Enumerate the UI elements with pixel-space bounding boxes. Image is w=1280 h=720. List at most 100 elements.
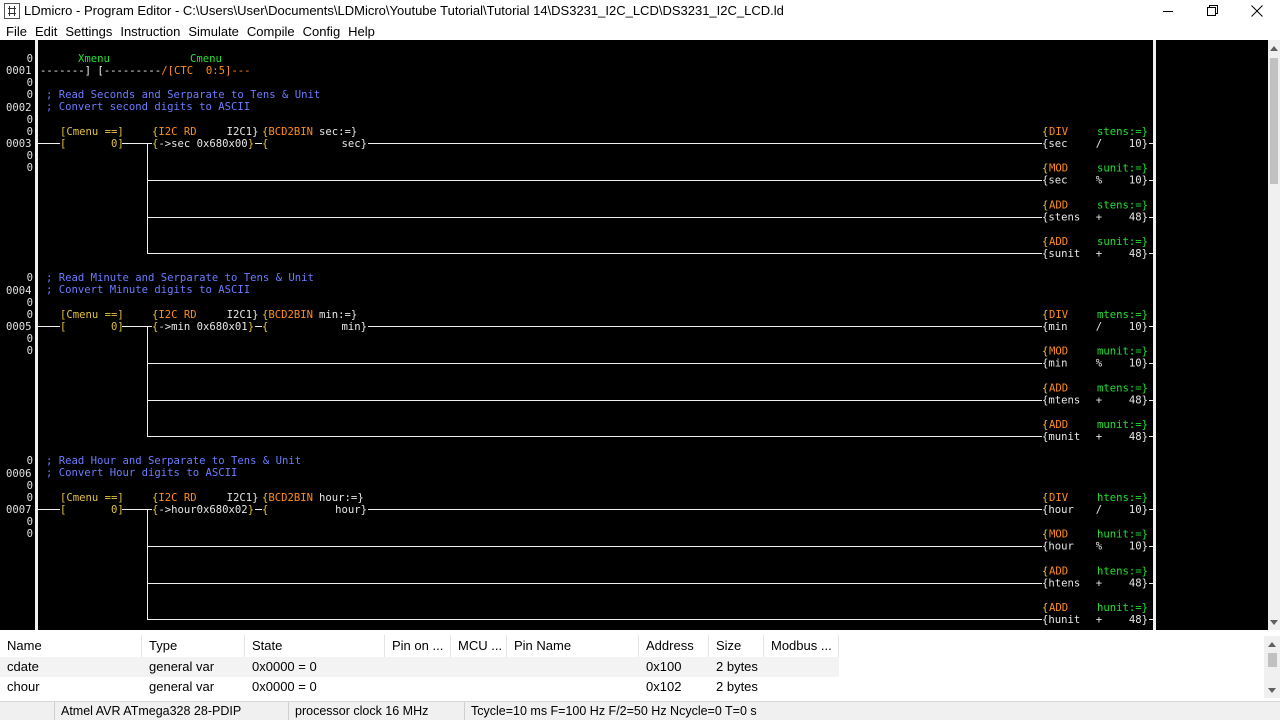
col-modbus[interactable]: Modbus ... — [764, 635, 839, 657]
bcd2bin-open: { — [262, 321, 268, 333]
scroll-down-arrow[interactable] — [1268, 614, 1280, 630]
menu-instruction[interactable]: Instruction — [116, 22, 184, 41]
rung-hours[interactable]: [Cmenu ==] [ 0] {I2C RD I2C1} {->hour0x68… — [38, 492, 1153, 626]
close-button[interactable] — [1235, 0, 1279, 22]
col-state[interactable]: State — [245, 635, 385, 657]
chevron-down-icon — [1270, 619, 1278, 625]
col-pin-name[interactable]: Pin Name — [507, 635, 639, 657]
scroll-up-arrow[interactable] — [1264, 636, 1280, 652]
menu-help[interactable]: Help — [344, 22, 379, 41]
menu-settings[interactable]: Settings — [61, 22, 116, 41]
menu-file[interactable]: File — [2, 22, 31, 41]
math-op-value: 48} — [1129, 394, 1148, 406]
rung-filler: 0 — [27, 333, 33, 345]
math-op-src: {hunit — [1042, 614, 1080, 626]
coil-label: Cmenu — [190, 53, 222, 65]
rung1-contact[interactable]: -------] [--------- — [40, 65, 161, 77]
op-open-brace: { — [1042, 419, 1048, 431]
status-mcu: Atmel AVR ATmega328 28-PDIP — [54, 702, 288, 720]
rung-filler: 0 — [27, 480, 33, 492]
math-op-src: {mtens — [1042, 394, 1080, 406]
i2c-name: I2C RD — [158, 309, 196, 321]
math-op-name: DIV — [1049, 309, 1069, 321]
math-op-name: DIV — [1049, 492, 1069, 504]
bcd2bin-open: { — [262, 504, 268, 516]
op-open-brace: { — [1042, 126, 1048, 138]
i2c-read-instruction[interactable]: {I2C RD I2C1} — [152, 309, 259, 321]
compare-instruction[interactable]: [Cmenu ==] — [60, 309, 124, 321]
rung-number: 0003 — [6, 138, 32, 150]
variable-list[interactable]: Name Type State Pin on ... MCU ... Pin N… — [0, 635, 1280, 699]
bcd2bin-instruction[interactable]: {BCD2BIN min:=} — [262, 309, 357, 321]
math-op-dest: htens:=} — [1097, 492, 1148, 504]
rung-comment[interactable]: ; Read Minute and Serparate to Tens & Un… — [46, 272, 314, 284]
i2c-param-text: ->sec 0x680x00 — [158, 138, 247, 150]
app-icon — [4, 3, 20, 19]
cell-pin — [385, 677, 451, 697]
math-op-symbol: / — [1096, 504, 1102, 516]
rung-filler: 0 — [27, 516, 33, 528]
math-op-dest: munit:=} — [1097, 419, 1148, 431]
math-ops[interactable]: {DIV mtens:=}{min/10}{MOD munit:=}{min% 10}… — [1042, 309, 1148, 443]
math-ops[interactable]: {DIV htens:=}{hour/10}{MOD hunit:=}{hour% 1… — [1042, 492, 1148, 626]
cell-name: cdate — [7, 659, 39, 674]
rung-minutes[interactable]: [Cmenu ==] [ 0] {I2C RD I2C1} {->min 0x68… — [38, 309, 1153, 443]
math-op-value: 10} — [1129, 504, 1148, 516]
compare-instruction[interactable]: [Cmenu ==] — [60, 492, 124, 504]
scroll-down-arrow[interactable] — [1264, 682, 1280, 698]
scrollbar-thumb[interactable] — [1270, 58, 1278, 184]
restore-button[interactable] — [1191, 0, 1235, 22]
menu-config[interactable]: Config — [299, 22, 345, 41]
rung-seconds[interactable]: [Cmenu ==] [ 0] {I2C RD I2C1} {->sec 0x68… — [38, 126, 1153, 260]
math-op-name: ADD — [1049, 565, 1068, 577]
ctc-counter[interactable]: CTC 0:5 — [174, 65, 225, 77]
rung-comment[interactable]: ; Read Hour and Serparate to Tens & Unit — [46, 455, 301, 467]
i2c-param: {->hour0x680x02} — [152, 504, 254, 516]
i2c-device: I2C1} — [227, 309, 259, 321]
ladder-scrollbar[interactable] — [1268, 40, 1280, 630]
compare-instruction[interactable]: [Cmenu ==] — [60, 126, 124, 138]
bcd2bin-dest: min:=} — [319, 309, 357, 321]
title-bar: LDmicro - Program Editor - C:\Users\User… — [0, 0, 1280, 22]
bcd2bin-instruction[interactable]: {BCD2BIN hour:=} — [262, 492, 364, 504]
col-size[interactable]: Size — [709, 635, 764, 657]
op-open-brace: { — [1042, 602, 1048, 614]
rung1-wire[interactable]: -------] [---------/[CTC 0:5]--- — [40, 65, 251, 77]
ladder-editor[interactable]: 0 0001 0 0 0002 0 0 0003 0 0 0 0004 0 0 … — [0, 40, 1268, 630]
menu-simulate[interactable]: Simulate — [184, 22, 243, 41]
i2c-param: {->min 0x680x01} — [152, 321, 254, 333]
minimize-button[interactable] — [1146, 0, 1190, 22]
i2c-read-instruction[interactable]: {I2C RD I2C1} — [152, 126, 259, 138]
cell-type: general var — [149, 659, 215, 674]
math-op-symbol: / — [1096, 321, 1102, 333]
menu-edit[interactable]: Edit — [31, 22, 61, 41]
rung-comment[interactable]: ; Convert Hour digits to ASCII — [46, 467, 237, 479]
math-op-name: MOD — [1049, 529, 1068, 541]
cell-pin — [385, 657, 451, 677]
col-pin-on[interactable]: Pin on ... — [385, 635, 451, 657]
table-row[interactable]: cdate general var 0x0000 = 0 0x100 2 byt… — [0, 657, 839, 677]
op-open-brace: { — [1042, 346, 1048, 358]
math-op-dest: mtens:=} — [1097, 309, 1148, 321]
status-clock: processor clock 16 MHz — [288, 702, 464, 720]
col-type[interactable]: Type — [142, 635, 245, 657]
col-address[interactable]: Address — [639, 635, 709, 657]
bcd2bin-dest: sec:=} — [319, 126, 357, 138]
bcd2bin-instruction[interactable]: {BCD2BIN sec:=} — [262, 126, 357, 138]
rung-comment[interactable]: ; Read Seconds and Serparate to Tens & U… — [46, 89, 320, 101]
scroll-up-arrow[interactable] — [1268, 40, 1280, 56]
rung-comment[interactable]: ; Convert second digits to ASCII — [46, 101, 250, 113]
scrollbar-thumb[interactable] — [1268, 653, 1277, 667]
ladder-canvas[interactable]: 0 0001 0 0 0002 0 0 0003 0 0 0 0004 0 0 … — [0, 40, 1268, 630]
col-name[interactable]: Name — [0, 635, 142, 657]
table-row[interactable]: chour general var 0x0000 = 0 0x102 2 byt… — [0, 677, 839, 697]
col-mcu[interactable]: MCU ... — [451, 635, 507, 657]
variable-list-scrollbar[interactable] — [1264, 636, 1280, 698]
cell-size: 2 bytes — [716, 659, 758, 674]
menu-compile[interactable]: Compile — [243, 22, 299, 41]
math-op-dest: sunit:=} — [1097, 163, 1148, 175]
math-ops[interactable]: {DIV stens:=}{sec/10}{MOD sunit:=}{sec% 10}… — [1042, 126, 1148, 260]
i2c-read-instruction[interactable]: {I2C RD I2C1} — [152, 492, 259, 504]
rung-comment[interactable]: ; Convert Minute digits to ASCII — [46, 284, 250, 296]
minimize-icon — [1162, 10, 1173, 12]
